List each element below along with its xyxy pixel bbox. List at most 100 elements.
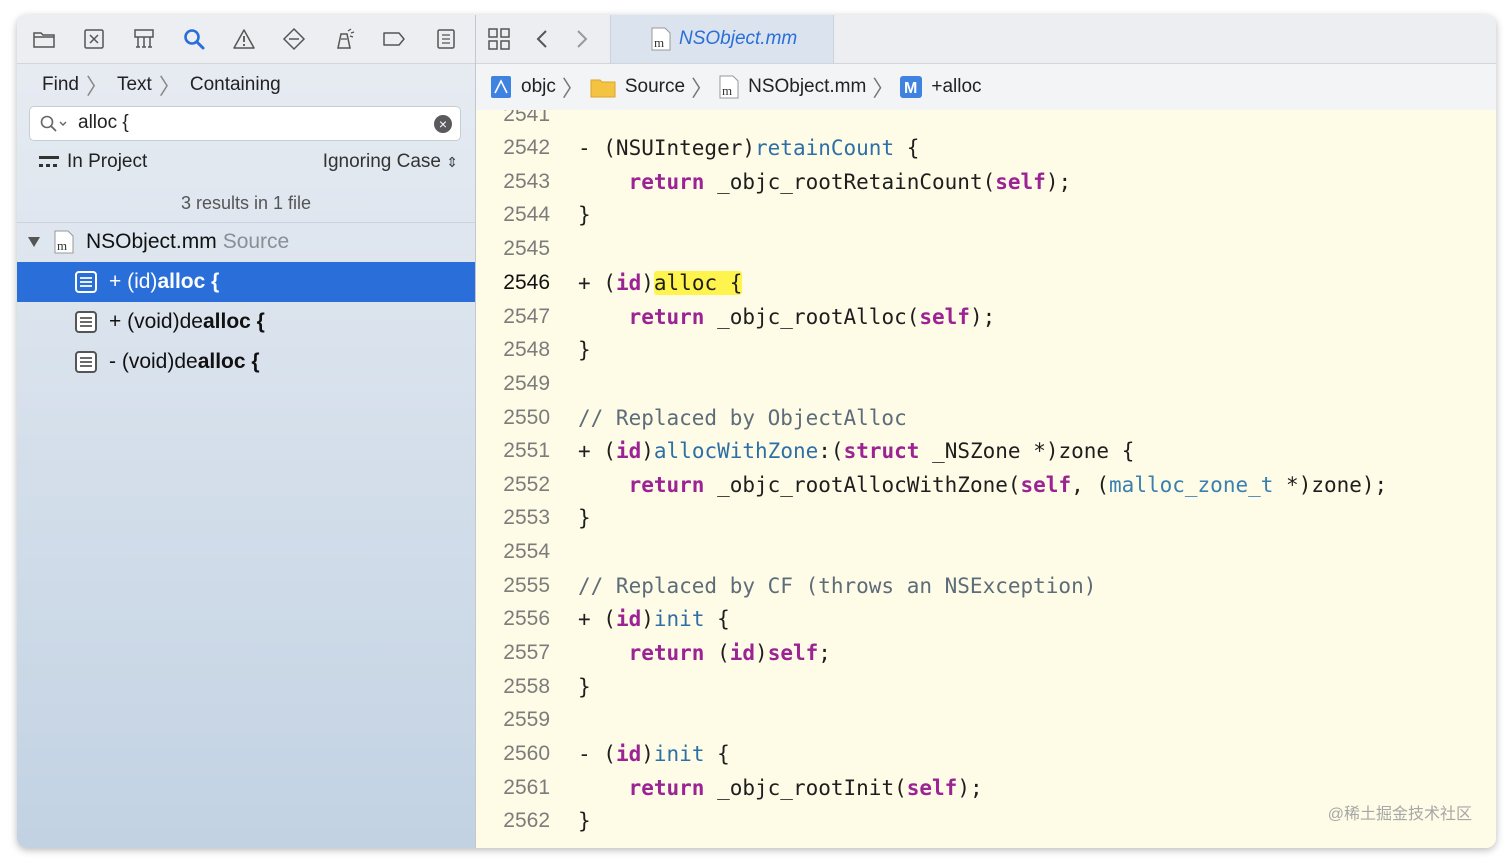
search-icon[interactable] [181,26,207,52]
result-file-row[interactable]: m NSObject.mm Source [17,222,475,262]
forward-icon[interactable] [568,26,594,52]
code-line: 2542 - (NSUInteger)retainCount { [476,131,1496,165]
line-number: 2558 [503,675,550,698]
code-line: 2545 [476,232,1496,266]
tab-nsobject-mm[interactable]: m NSObject.mm [610,15,834,63]
code-text: return (id)self; [628,641,831,665]
code-text: } [578,675,591,699]
svg-text:m: m [722,83,732,98]
folder-icon [590,79,616,98]
report-icon[interactable] [433,26,459,52]
code-line: 2554 [476,535,1496,569]
code-line: 2556 + (id)init { [476,602,1496,636]
clear-search-icon[interactable]: × [434,115,452,133]
jumpbar-file[interactable]: m NSObject.mm [719,75,866,99]
line-number: 2560 [503,742,550,765]
folder-icon[interactable] [31,26,57,52]
jumpbar-project[interactable]: objc [490,75,556,99]
line-number: 2561 [503,776,550,799]
objc-file-icon: m [651,27,671,51]
jumpbar-symbol-label: +alloc [931,76,982,97]
scope-find[interactable]: Find [42,74,79,96]
search-icon[interactable] [40,115,68,138]
search-result-row[interactable]: + (id)alloc { [17,262,475,302]
line-number: 2559 [503,708,550,731]
debug-icon[interactable] [331,26,357,52]
code-line: 2557 return (id)self; [476,636,1496,670]
source-editor[interactable]: 2541 2542 - (NSUInteger)retainCount { 254… [476,110,1496,848]
line-number: 2550 [503,406,550,429]
find-options-row: In Project Ignoring Case ⇕ [17,146,475,180]
code-line: 2558} [476,670,1496,704]
code-text: return _objc_rootAllocWithZone(self, (ma… [628,473,1388,497]
related-items-icon[interactable] [486,26,512,52]
code-line: 2541 [476,110,1496,132]
code-text: - (NSUInteger)retainCount { [578,136,920,160]
svg-text:m: m [654,35,664,50]
result-file-group: Source [222,230,290,253]
code-line: 2553} [476,501,1496,535]
code-text: } [578,338,591,362]
line-number: 2549 [503,372,550,395]
navigator-selector-bar [17,15,475,64]
code-text: - (id)init { [578,742,730,766]
code-text: + (id)init { [578,607,730,631]
jumpbar-symbol[interactable]: M +alloc [900,76,982,98]
search-result-text: + (void)dealloc { [109,310,265,333]
code-text: return _objc_rootInit(self); [628,776,983,800]
objc-file-icon: m [54,230,74,254]
jumpbar-file-label: NSObject.mm [748,76,867,97]
source-control-icon[interactable] [81,26,107,52]
find-scope-path[interactable]: Find 〉 Text 〉 Containing [17,64,475,106]
jumpbar-project-label: objc [521,76,556,97]
search-result-row[interactable]: - (void)dealloc { [17,342,475,382]
disclosure-triangle-icon[interactable] [27,235,41,249]
jump-bar: objc 〉 Source 〉 m NSObject.mm 〉 M +alloc [476,64,1496,111]
code-line: 2543 return _objc_rootRetainCount(self); [476,165,1496,199]
code-line: 2555 // Replaced by CF (throws an NSExcep… [476,569,1496,603]
find-navigator: Find 〉 Text 〉 Containing × In Project Ig… [17,15,476,848]
code-text: + (id)allocWithZone:(struct _NSZone *)zo… [578,439,1135,463]
result-file-name: NSObject.mm [86,230,217,253]
scope-containing[interactable]: Containing [190,74,281,96]
code-comment: // Replaced by ObjectAlloc [578,406,907,430]
search-match-highlight: alloc { [653,271,743,295]
code-line: 2549 [476,367,1496,401]
find-search-field[interactable]: × [29,106,461,141]
code-line: 2551 + (id)allocWithZone:(struct _NSZone … [476,434,1496,468]
jumpbar-group[interactable]: Source [590,76,685,98]
chevron-right-icon: 〉 [872,76,895,101]
code-line-current: 2546 + (id)alloc { [476,266,1496,300]
test-icon[interactable] [281,26,307,52]
line-number: 2551 [503,439,550,462]
case-sensitivity-popup[interactable]: Ignoring Case ⇕ [323,151,458,173]
warning-icon[interactable] [231,26,257,52]
code-comment: // Replaced by CF (throws an NSException… [578,574,1097,598]
code-line: 2552 return _objc_rootAllocWithZone(self… [476,468,1496,502]
breakpoint-icon[interactable] [381,26,407,52]
search-input[interactable] [78,111,418,135]
chevron-right-icon: 〉 [691,76,714,101]
line-number: 2546 [503,271,550,294]
xcode-window: Find 〉 Text 〉 Containing × In Project Ig… [17,15,1496,848]
search-result-row[interactable]: + (void)dealloc { [17,302,475,342]
scope-label: In Project [67,151,148,172]
scope-text[interactable]: Text [117,74,152,96]
search-result-text: + (id)alloc { [109,270,220,293]
scope-selector[interactable]: In Project [39,151,147,173]
line-number: 2545 [503,237,550,260]
code-text: } [578,203,591,227]
search-result-text: - (void)dealloc { [109,350,260,373]
back-icon[interactable] [530,26,556,52]
results-summary: 3 results in 1 file [17,184,475,223]
tab-title: NSObject.mm [679,28,798,49]
code-text: return _objc_rootRetainCount(self); [628,170,1072,194]
scope-icon [39,156,59,167]
code-line: 2550 // Replaced by ObjectAlloc [476,401,1496,435]
code-text: + (id)alloc { [578,271,743,295]
line-number: 2547 [503,305,550,328]
symbol-icon[interactable] [131,26,157,52]
editor-tab-bar: m NSObject.mm [476,15,1496,64]
jumpbar-group-label: Source [624,76,686,97]
line-number: 2544 [503,203,550,226]
